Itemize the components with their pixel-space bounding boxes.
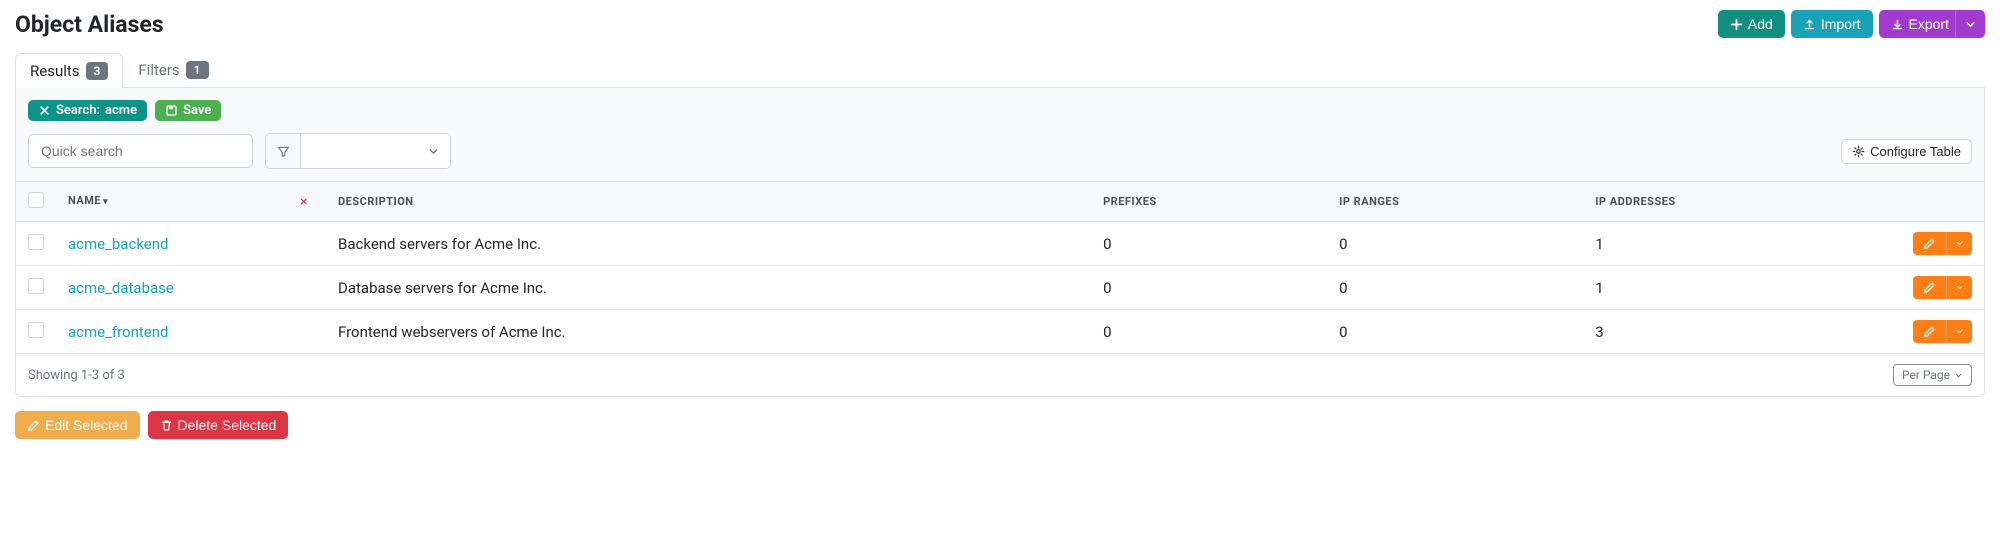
- import-button[interactable]: Import: [1791, 10, 1873, 38]
- export-label: Export: [1909, 16, 1949, 32]
- export-button[interactable]: Export: [1879, 10, 1961, 38]
- edit-selected-button[interactable]: Edit Selected: [15, 411, 140, 439]
- download-icon: [1891, 18, 1904, 31]
- table-row: acme_backend Backend servers for Acme Inc…: [16, 222, 1984, 266]
- row-prefixes: 0: [1091, 310, 1327, 354]
- close-icon: [38, 104, 51, 117]
- table-footer: Showing 1-3 of 3 Per Page: [16, 354, 1984, 396]
- pencil-icon: [27, 419, 40, 432]
- active-filter-row: Search: acme Save: [16, 88, 1984, 129]
- clear-sort-icon[interactable]: ×: [300, 194, 308, 210]
- chevron-down-icon: [1964, 18, 1977, 31]
- row-ip-ranges: 0: [1327, 266, 1583, 310]
- row-name-link[interactable]: acme_backend: [68, 235, 168, 253]
- col-actions: [1901, 182, 1984, 222]
- search-filter-pill[interactable]: Search: acme: [28, 100, 147, 121]
- table-row: acme_frontend Frontend webservers of Acme…: [16, 310, 1984, 354]
- row-ip-addresses: 3: [1583, 310, 1901, 354]
- chevron-down-icon: [1955, 327, 1964, 336]
- export-dropdown-button[interactable]: [1955, 10, 1985, 38]
- results-table: Name▾ × Description Prefixes IP Ranges I…: [16, 181, 1984, 354]
- tab-filters[interactable]: Filters 1: [123, 52, 223, 87]
- row-prefixes: 0: [1091, 222, 1327, 266]
- row-description: Database servers for Acme Inc.: [326, 266, 1091, 310]
- col-ip-addresses[interactable]: IP Addresses: [1583, 182, 1901, 222]
- row-description: Frontend webservers of Acme Inc.: [326, 310, 1091, 354]
- add-label: Add: [1748, 16, 1773, 32]
- configure-table-label: Configure Table: [1870, 144, 1961, 159]
- row-ip-ranges: 0: [1327, 310, 1583, 354]
- search-filter-value: acme: [105, 103, 137, 118]
- header-checkbox-cell: [16, 182, 56, 222]
- results-panel: Search: acme Save Configure Table: [15, 88, 1985, 397]
- chevron-down-icon: [1955, 283, 1964, 292]
- pencil-icon: [1923, 237, 1936, 250]
- gear-icon: [1852, 145, 1865, 158]
- row-prefixes: 0: [1091, 266, 1327, 310]
- row-checkbox[interactable]: [28, 234, 44, 250]
- add-button[interactable]: Add: [1718, 10, 1785, 38]
- row-edit-button[interactable]: [1913, 320, 1946, 343]
- row-name-link[interactable]: acme_frontend: [68, 323, 168, 341]
- tab-filters-count: 1: [186, 61, 209, 79]
- configure-table-button[interactable]: Configure Table: [1841, 139, 1972, 164]
- col-prefixes[interactable]: Prefixes: [1091, 182, 1327, 222]
- trash-icon: [160, 419, 173, 432]
- search-input[interactable]: [28, 134, 253, 168]
- row-checkbox[interactable]: [28, 322, 44, 338]
- per-page-label: Per Page: [1902, 368, 1950, 382]
- col-name-label: Name: [68, 194, 101, 207]
- row-name-link[interactable]: acme_database: [68, 279, 174, 297]
- upload-icon: [1803, 18, 1816, 31]
- row-description: Backend servers for Acme Inc.: [326, 222, 1091, 266]
- tab-results[interactable]: Results 3: [15, 53, 123, 88]
- tab-results-count: 3: [86, 62, 109, 80]
- save-icon: [165, 104, 178, 117]
- delete-selected-button[interactable]: Delete Selected: [148, 411, 289, 439]
- plus-icon: [1730, 18, 1743, 31]
- save-filter-pill[interactable]: Save: [155, 100, 221, 121]
- row-checkbox[interactable]: [28, 278, 44, 294]
- sort-indicator-icon: ▾: [103, 197, 108, 207]
- row-edit-button[interactable]: [1913, 276, 1946, 299]
- filter-icon: [277, 145, 290, 158]
- import-label: Import: [1821, 16, 1861, 32]
- row-edit-button[interactable]: [1913, 232, 1946, 255]
- tabs: Results 3 Filters 1: [15, 52, 1985, 88]
- chevron-down-icon: [1955, 239, 1964, 248]
- chevron-down-icon: [427, 145, 440, 158]
- search-filter-prefix: Search:: [56, 103, 100, 118]
- row-ip-ranges: 0: [1327, 222, 1583, 266]
- header-actions: Add Import Export: [1718, 10, 1985, 38]
- save-filter-label: Save: [183, 103, 211, 118]
- row-actions-dropdown[interactable]: [1946, 232, 1972, 255]
- tab-filters-label: Filters: [138, 61, 179, 79]
- bulk-actions: Edit Selected Delete Selected: [15, 411, 1985, 439]
- page-title: Object Aliases: [15, 11, 164, 38]
- per-page-select[interactable]: Per Page: [1893, 364, 1972, 386]
- pencil-icon: [1923, 325, 1936, 338]
- tab-results-label: Results: [30, 62, 80, 80]
- delete-selected-label: Delete Selected: [178, 417, 277, 433]
- row-actions-dropdown[interactable]: [1946, 320, 1972, 343]
- col-description[interactable]: Description: [326, 182, 1091, 222]
- showing-text: Showing 1-3 of 3: [28, 368, 125, 383]
- table-row: acme_database Database servers for Acme I…: [16, 266, 1984, 310]
- edit-selected-label: Edit Selected: [45, 417, 128, 433]
- row-actions-dropdown[interactable]: [1946, 276, 1972, 299]
- filter-select[interactable]: [301, 133, 451, 169]
- col-name[interactable]: Name▾ ×: [56, 182, 326, 222]
- toolbar: Configure Table: [16, 129, 1984, 181]
- filter-icon-button[interactable]: [265, 133, 301, 169]
- col-ip-ranges[interactable]: IP Ranges: [1327, 182, 1583, 222]
- row-ip-addresses: 1: [1583, 222, 1901, 266]
- select-all-checkbox[interactable]: [28, 192, 44, 208]
- row-ip-addresses: 1: [1583, 266, 1901, 310]
- chevron-down-icon: [1954, 371, 1963, 380]
- pencil-icon: [1923, 281, 1936, 294]
